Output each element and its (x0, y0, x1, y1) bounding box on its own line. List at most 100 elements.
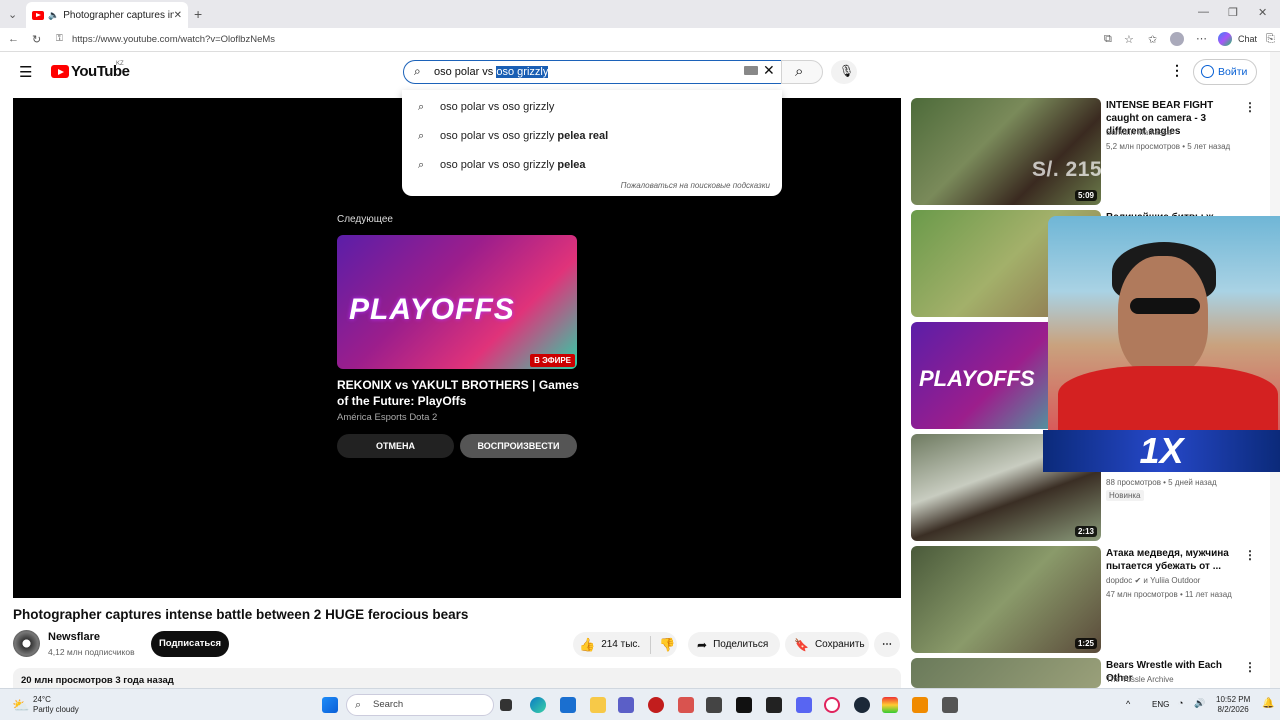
related-more-icon[interactable]: ⋮ (1244, 660, 1256, 674)
opera-icon[interactable] (824, 697, 840, 713)
vlc-icon[interactable] (912, 697, 928, 713)
more-browser-icon[interactable]: ⋯ (1196, 32, 1207, 45)
app-available-icon[interactable]: ⧉ (1104, 33, 1112, 46)
bookmark-icon: 🔖 (794, 637, 809, 652)
play-next-button[interactable]: ВОСПРОИЗВЕСТИ (460, 434, 577, 458)
app-icon[interactable] (882, 697, 898, 713)
refresh-icon[interactable]: ↻ (32, 33, 41, 46)
taskbar: ⛅ 24°C Partly cloudy ⌕ Search ^ ENG ◔ 🔊 1… (0, 688, 1280, 720)
calculator-icon[interactable] (942, 697, 958, 713)
close-tab-icon[interactable]: ✕ (174, 10, 182, 21)
search-icon: ⌕ (355, 699, 362, 711)
suggestion-item[interactable]: oso polar vs oso grizzly pelea real (440, 130, 608, 142)
menu-icon[interactable]: ☰ (19, 63, 32, 81)
suggestion-item[interactable]: oso polar vs oso grizzly pelea (440, 159, 586, 171)
steam-icon[interactable] (854, 697, 870, 713)
youtube-logo-icon[interactable] (51, 65, 69, 78)
tab-list-icon[interactable]: ⌄ (8, 8, 17, 21)
related-title[interactable]: Атака медведя, мужчина пытается убежать … (1106, 547, 1234, 573)
address-bar: ← ↻ ⚿ https://www.youtube.com/watch?v=Ol… (0, 28, 1280, 52)
minimize-icon[interactable]: — (1198, 6, 1209, 18)
url-field[interactable]: https://www.youtube.com/watch?v=OloflbzN… (72, 34, 275, 45)
new-tab-icon[interactable]: + (194, 6, 202, 22)
app-icon[interactable] (766, 697, 782, 713)
sign-in-button[interactable]: Войти (1193, 59, 1257, 85)
subscribe-button[interactable]: Подписаться (151, 631, 229, 657)
app-icon[interactable] (736, 697, 752, 713)
video-duration: 5:09 (1074, 190, 1097, 201)
teams-icon[interactable] (618, 697, 634, 713)
related-thumbnail[interactable] (911, 658, 1101, 688)
browser-tab[interactable]: 🔈 Photographer captures inten ✕ (26, 2, 188, 28)
taskbar-search[interactable]: ⌕ Search (346, 694, 494, 716)
related-channel: The Tussle Archive (1106, 675, 1174, 684)
suggestion-item[interactable]: oso polar vs oso grizzly (440, 101, 554, 113)
channel-name[interactable]: Newsflare (48, 631, 100, 643)
related-more-icon[interactable]: ⋮ (1244, 100, 1256, 114)
betting-ticker-overlay: S/. 2156 LGD 2-0 x1.63 (1032, 158, 1266, 181)
like-icon[interactable]: 👍 (579, 637, 595, 653)
copilot-icon[interactable] (1218, 32, 1232, 46)
save-button[interactable]: 🔖 Сохранить (785, 632, 869, 657)
file-explorer-icon[interactable] (590, 697, 606, 713)
webcam-overlay (1048, 216, 1280, 431)
cancel-autoplay-button[interactable]: ОТМЕНА (337, 434, 454, 458)
related-more-icon[interactable]: ⋮ (1244, 548, 1256, 562)
app-icon[interactable] (648, 697, 664, 713)
related-thumbnail[interactable]: 1:25 (911, 546, 1101, 653)
keyboard-icon[interactable] (744, 66, 758, 75)
video-title: Photographer captures intense battle bet… (13, 607, 469, 622)
app-icon[interactable] (706, 697, 722, 713)
clear-search-icon[interactable]: ✕ (763, 62, 775, 79)
volume-icon[interactable]: 🔊 (1194, 698, 1205, 709)
speaker-icon[interactable]: 🔈 (48, 10, 59, 21)
wifi-icon[interactable]: ◔ (1178, 698, 1183, 708)
search-button-icon: ⌕ (795, 63, 804, 80)
youtube-favicon-icon (32, 10, 44, 20)
favorites-bar-icon[interactable]: ✩ (1148, 33, 1157, 46)
related-meta: 88 просмотров • 5 дней назад (1106, 478, 1217, 487)
task-view-icon[interactable] (500, 699, 512, 711)
edge-icon[interactable] (530, 697, 546, 713)
voice-search-button[interactable]: 🎙 (831, 60, 857, 84)
site-info-icon[interactable]: ⚿ (56, 33, 63, 44)
tray-chevron-icon[interactable]: ^ (1126, 699, 1130, 709)
language-indicator[interactable]: ENG (1152, 700, 1169, 709)
save-label: Сохранить (814, 639, 865, 650)
store-icon[interactable] (560, 697, 576, 713)
up-next-title[interactable]: REKONIX vs YAKULT BROTHERS | Games of th… (337, 377, 587, 409)
settings-dots-icon[interactable]: ⋮ (1170, 62, 1184, 79)
sidebar-toggle-icon[interactable]: ⎘ (1266, 33, 1275, 46)
start-icon[interactable] (322, 697, 338, 713)
region-code: KZ (116, 61, 124, 67)
back-icon[interactable]: ← (8, 33, 19, 45)
discord-icon[interactable] (796, 697, 812, 713)
search-typed: oso polar vs (434, 66, 497, 78)
sign-in-label: Войти (1218, 66, 1248, 78)
share-button[interactable]: ➦ Поделиться (688, 632, 780, 657)
notifications-icon[interactable]: 🔔 (1262, 698, 1274, 709)
search-query[interactable]: oso polar vs oso grizzly (434, 66, 549, 78)
weather-widget[interactable]: 24°C Partly cloudy (33, 695, 79, 715)
weather-icon[interactable]: ⛅ (12, 697, 29, 714)
channel-avatar[interactable] (13, 630, 40, 657)
chat-label[interactable]: Chat (1238, 34, 1257, 44)
up-next-thumbnail[interactable]: PLAYOFFS В ЭФИРЕ (337, 235, 577, 369)
restore-icon[interactable]: ❐ (1228, 6, 1238, 19)
views-and-date: 20 млн просмотров 3 года назад (21, 675, 174, 686)
report-suggestions-link[interactable]: Пожаловаться на поисковые подсказки (621, 181, 770, 190)
thumbnail-text: PLAYOFFS (919, 366, 1035, 391)
search-button[interactable]: ⌕ (781, 60, 823, 84)
dislike-icon[interactable]: 👎 (659, 637, 675, 653)
app-icon[interactable] (678, 697, 694, 713)
like-dislike-group: 👍 214 тыс. 👎 (573, 632, 677, 657)
tab-title: Photographer captures inten (63, 9, 174, 21)
close-window-icon[interactable]: ✕ (1258, 6, 1267, 19)
search-selected: oso grizzly (496, 66, 549, 78)
clock[interactable]: 10:52 PM 8/2/2026 (1216, 695, 1250, 715)
profile-icon[interactable] (1170, 32, 1184, 46)
like-count[interactable]: 214 тыс. (601, 639, 640, 650)
favorite-icon[interactable]: ☆ (1124, 33, 1134, 46)
more-actions-button[interactable]: ⋯ (874, 632, 900, 657)
related-thumbnail[interactable]: 5:09 (911, 98, 1101, 205)
